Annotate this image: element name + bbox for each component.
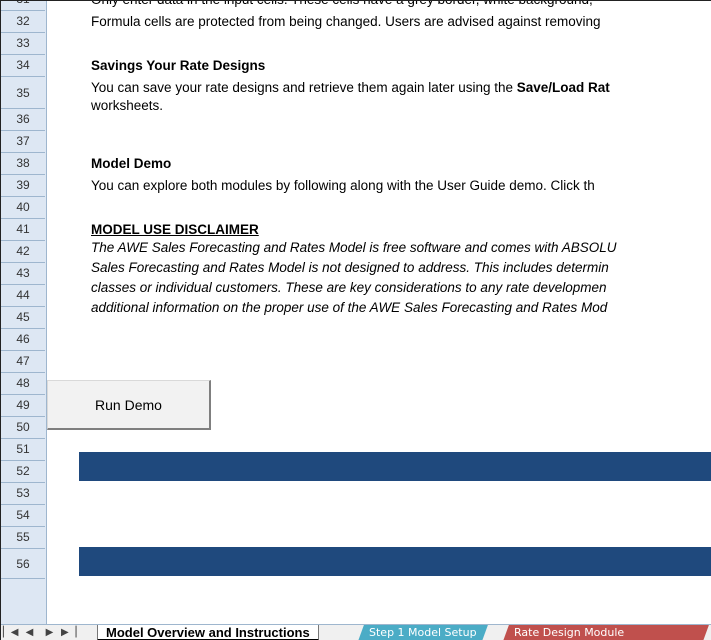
sheet-tab-bar: ▏◀ ◀ ▶ ▶▕ Model Overview and Instruction… [1, 624, 711, 640]
disclaimer-text: additional information on the proper use… [91, 300, 608, 315]
row-header[interactable]: 31 [1, 1, 45, 11]
row-header[interactable]: 38 [1, 153, 45, 175]
section-band [79, 547, 711, 576]
instruction-text: Formula cells are protected from being c… [91, 14, 601, 29]
next-sheet-icon[interactable]: ▶ [43, 625, 56, 640]
row-header[interactable]: 54 [1, 505, 45, 527]
row-header[interactable]: 43 [1, 263, 45, 285]
model-demo-text: You can explore both modules by followin… [91, 178, 595, 193]
disclaimer-text: The AWE Sales Forecasting and Rates Mode… [91, 240, 617, 255]
row-header[interactable]: 55 [1, 527, 45, 549]
disclaimer-text: classes or individual customers. These a… [91, 280, 607, 295]
save-designs-text-2: worksheets. [91, 98, 164, 113]
row-header[interactable]: 49 [1, 395, 45, 417]
row-header[interactable]: 48 [1, 373, 45, 395]
prev-sheet-icon[interactable]: ◀ [23, 625, 36, 640]
row-header[interactable]: 40 [1, 197, 45, 219]
save-designs-text: You can save your rate designs and retri… [91, 80, 610, 95]
tab-rate-design[interactable]: Rate Design Module [503, 625, 709, 640]
first-sheet-icon[interactable]: ▏◀ [3, 625, 18, 640]
row-header[interactable]: 45 [1, 307, 45, 329]
run-demo-button[interactable]: Run Demo [47, 380, 211, 430]
row-header[interactable]: 53 [1, 483, 45, 505]
row-header[interactable]: 46 [1, 329, 45, 351]
row-header[interactable]: 50 [1, 417, 45, 439]
tab-model-overview[interactable]: Model Overview and Instructions [97, 625, 319, 640]
row-header[interactable]: 35 [1, 77, 45, 109]
instruction-text: Only enter data in the input cells. Thes… [91, 1, 593, 11]
row-header[interactable]: 47 [1, 351, 45, 373]
row-header[interactable]: 33 [1, 33, 45, 55]
row-headers: 31 32 33 34 35 36 37 38 39 40 41 42 43 4… [1, 1, 47, 624]
cell-grid: Only enter data in the input cells. Thes… [47, 1, 711, 624]
save-designs-heading: Savings Your Rate Designs [91, 58, 266, 73]
row-header[interactable]: 56 [1, 549, 45, 579]
row-header[interactable]: 42 [1, 241, 45, 263]
spreadsheet: 31 32 33 34 35 36 37 38 39 40 41 42 43 4… [0, 0, 711, 640]
section-band [79, 452, 711, 481]
row-header[interactable]: 32 [1, 11, 45, 33]
row-header[interactable]: 44 [1, 285, 45, 307]
row-header[interactable]: 51 [1, 439, 45, 461]
row-header[interactable]: 52 [1, 461, 45, 483]
row-header[interactable]: 34 [1, 55, 45, 77]
last-sheet-icon[interactable]: ▶▕ [61, 625, 76, 640]
model-demo-heading: Model Demo [91, 156, 172, 171]
row-header[interactable]: 36 [1, 109, 45, 131]
row-header[interactable]: 39 [1, 175, 45, 197]
row-header[interactable]: 37 [1, 131, 45, 153]
tab-model-setup[interactable]: Step 1 Model Setup [358, 625, 488, 640]
row-header[interactable]: 41 [1, 219, 45, 241]
disclaimer-text: Sales Forecasting and Rates Model is not… [91, 260, 609, 275]
